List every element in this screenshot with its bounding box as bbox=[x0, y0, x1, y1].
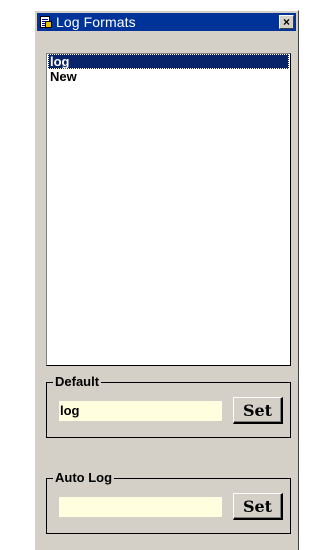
list-item-log[interactable]: log bbox=[48, 54, 289, 69]
window-title: Log Formats bbox=[56, 14, 136, 30]
log-formats-window: Log Formats × log New Default log Set Au… bbox=[34, 10, 299, 550]
list-item-new[interactable]: New bbox=[48, 69, 289, 84]
default-group-label: Default bbox=[53, 374, 102, 390]
close-button[interactable]: × bbox=[279, 15, 294, 29]
set-auto-log-button[interactable]: Set bbox=[233, 493, 283, 520]
log-formats-app-icon bbox=[39, 15, 53, 29]
title-bar[interactable]: Log Formats × bbox=[37, 13, 296, 31]
close-icon: × bbox=[282, 15, 290, 29]
auto-log-format-field bbox=[59, 497, 222, 517]
log-format-list[interactable]: log New bbox=[46, 53, 291, 366]
set-default-button[interactable]: Set bbox=[233, 397, 283, 424]
auto-log-group: Auto Log Set bbox=[46, 470, 291, 534]
default-format-field: log bbox=[59, 401, 222, 421]
default-group: Default log Set bbox=[46, 374, 291, 438]
auto-log-group-label: Auto Log bbox=[53, 470, 115, 486]
